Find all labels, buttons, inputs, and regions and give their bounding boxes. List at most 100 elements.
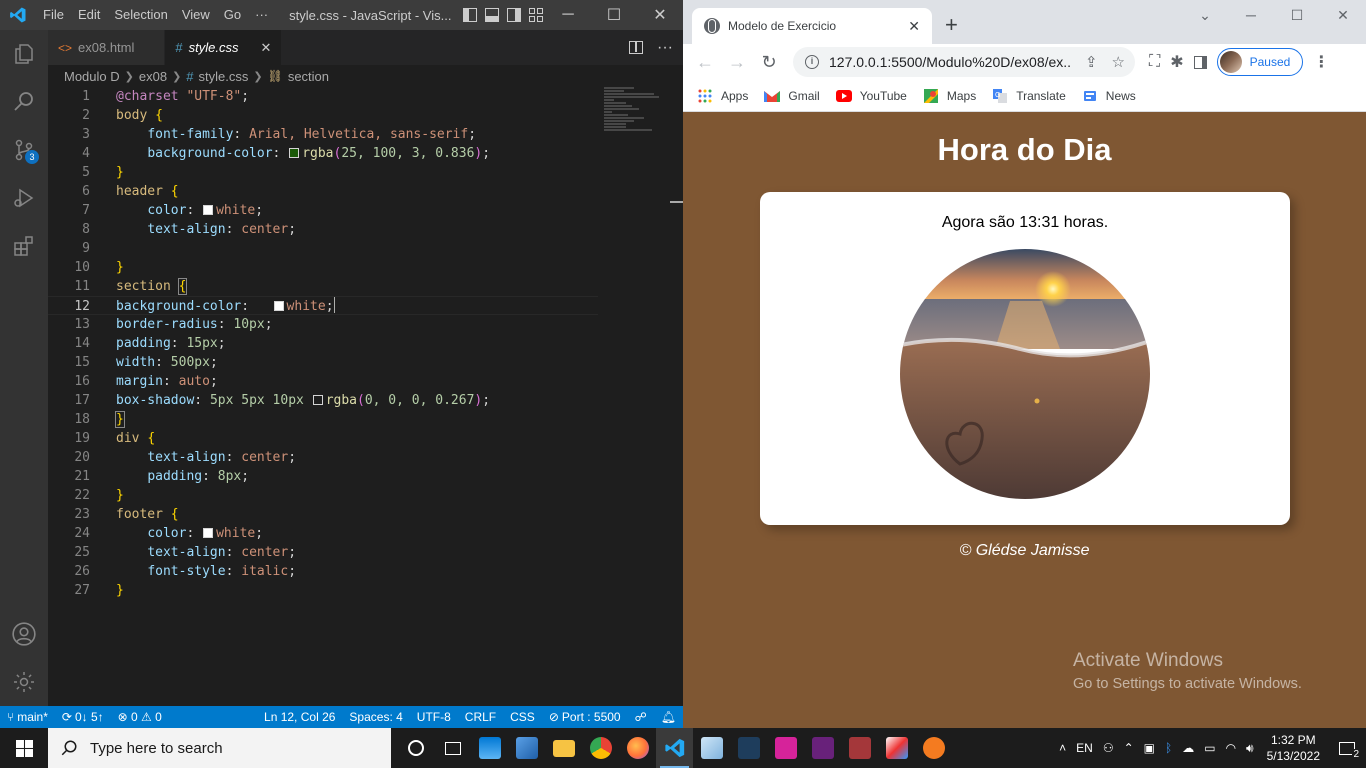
code-editor[interactable]: 1 @charset "UTF-8"; 2 body { 3 font-family… xyxy=(48,87,683,706)
search-icon[interactable] xyxy=(0,78,48,126)
show-hidden-icons-icon[interactable]: ⌃ xyxy=(1119,728,1139,768)
settings-gear-icon[interactable] xyxy=(0,658,48,706)
sync-status[interactable]: ⟳ 0↓ 5↑ xyxy=(55,710,111,724)
menu-edit[interactable]: Edit xyxy=(71,0,107,30)
bookmark-news[interactable]: News xyxy=(1082,89,1136,103)
breadcrumb-item[interactable]: ex08 xyxy=(139,69,167,84)
scrollbar-position-marker[interactable] xyxy=(670,201,683,203)
taskbar-clock[interactable]: 1:32 PM 5/13/2022 xyxy=(1259,732,1328,764)
close-button[interactable]: ✕ xyxy=(637,0,683,30)
profile-button[interactable]: Paused xyxy=(1216,48,1304,76)
branch-status[interactable]: ⑂ main* xyxy=(0,710,55,724)
eol-status[interactable]: CRLF xyxy=(458,710,503,724)
wifi-icon[interactable]: ◠ xyxy=(1221,728,1241,768)
bookmark-youtube[interactable]: YouTube xyxy=(835,89,907,103)
meet-now-icon[interactable]: ▣ xyxy=(1139,728,1160,768)
close-tab-icon[interactable]: ✕ xyxy=(260,40,271,56)
firefox-icon[interactable] xyxy=(619,728,656,768)
reload-icon[interactable]: ↻ xyxy=(753,46,785,78)
feedback-icon[interactable]: ☍ xyxy=(628,710,654,724)
notifications-icon[interactable]: 2 xyxy=(1328,728,1366,768)
close-button[interactable]: ✕ xyxy=(1320,0,1366,30)
chevron-up-icon[interactable]: ˄ xyxy=(1054,728,1071,768)
address-bar[interactable]: i 127.0.0.1:5500/Modulo%20D/ex08/ex... ⇪… xyxy=(793,47,1135,77)
app-icon-wamp[interactable] xyxy=(767,728,804,768)
people-icon[interactable]: ⚇ xyxy=(1098,728,1119,768)
color-swatch[interactable] xyxy=(273,301,284,311)
toggle-sidebar-icon[interactable] xyxy=(463,8,478,22)
menu-file[interactable]: File xyxy=(36,0,71,30)
forward-arrow-icon[interactable]: → xyxy=(721,46,753,78)
back-arrow-icon[interactable]: ← xyxy=(689,46,721,78)
file-explorer-icon[interactable] xyxy=(545,728,582,768)
encoding-status[interactable]: UTF-8 xyxy=(410,710,458,724)
color-swatch[interactable] xyxy=(203,528,214,538)
source-control-icon[interactable]: 3 xyxy=(0,126,48,174)
volume-icon[interactable]: 🔊︎ xyxy=(1241,728,1259,768)
bookmark-apps[interactable]: Apps xyxy=(697,89,748,103)
notifications-bell-icon[interactable]: 🔔︎ xyxy=(654,710,683,724)
accounts-icon[interactable] xyxy=(0,610,48,658)
chrome-menu-icon[interactable]: ⋮ xyxy=(1313,52,1329,72)
explorer-icon[interactable] xyxy=(0,30,48,78)
color-swatch[interactable] xyxy=(203,205,214,215)
cursor-position[interactable]: Ln 12, Col 26 xyxy=(257,710,342,724)
vscode-logo-icon[interactable] xyxy=(0,0,36,30)
bluetooth-icon[interactable]: ᛒ xyxy=(1160,728,1177,768)
color-swatch[interactable] xyxy=(289,148,300,158)
site-info-icon[interactable]: i xyxy=(805,55,819,69)
split-editor-icon[interactable] xyxy=(629,41,644,54)
minimap[interactable] xyxy=(604,87,670,147)
toggle-panel-icon[interactable] xyxy=(485,8,500,22)
color-swatch[interactable] xyxy=(312,395,323,405)
tab-search-icon[interactable]: ⌄ xyxy=(1182,0,1228,30)
menu-go[interactable]: Go xyxy=(217,0,248,30)
app-icon-paint[interactable] xyxy=(878,728,915,768)
windows-start-icon[interactable] xyxy=(0,728,48,768)
onedrive-cloud-icon[interactable]: ☁ xyxy=(1177,728,1199,768)
share-icon[interactable]: ⇪ xyxy=(1085,53,1098,71)
menu-more[interactable]: ··· xyxy=(248,0,275,30)
visual-studio-icon[interactable] xyxy=(804,728,841,768)
battery-icon[interactable]: ▭ xyxy=(1199,728,1220,768)
breadcrumb-item[interactable]: Modulo D xyxy=(64,69,120,84)
menu-view[interactable]: View xyxy=(175,0,217,30)
bookmark-maps[interactable]: Maps xyxy=(923,88,976,103)
menu-selection[interactable]: Selection xyxy=(107,0,174,30)
side-panel-icon[interactable] xyxy=(1193,55,1207,69)
live-server-status[interactable]: ⊘ Port : 5500 xyxy=(542,710,628,724)
extensions-icon[interactable] xyxy=(0,222,48,270)
breadcrumb-item[interactable]: style.css xyxy=(199,69,249,84)
more-actions-icon[interactable]: ··· xyxy=(657,39,673,57)
new-tab-button[interactable]: + xyxy=(945,14,958,36)
tab-ex08-html[interactable]: <> ex08.html xyxy=(48,30,166,65)
close-tab-icon[interactable]: ✕ xyxy=(908,18,920,35)
app-icon-2[interactable] xyxy=(508,728,545,768)
app-icon-1[interactable] xyxy=(471,728,508,768)
taskbar-search-box[interactable]: Type here to search xyxy=(48,728,391,768)
app-icon-orange[interactable] xyxy=(915,728,952,768)
tab-style-css[interactable]: # style.css ✕ xyxy=(165,30,283,65)
minimize-button[interactable]: ─ xyxy=(1228,0,1274,30)
task-view-icon[interactable] xyxy=(434,728,471,768)
language-indicator[interactable]: EN xyxy=(1071,728,1098,768)
bookmark-star-icon[interactable]: ☆ xyxy=(1112,53,1125,71)
cortana-icon[interactable] xyxy=(397,728,434,768)
maximize-button[interactable]: ☐ xyxy=(1274,0,1320,30)
toggle-secondary-sidebar-icon[interactable] xyxy=(507,8,522,22)
access-icon[interactable] xyxy=(841,728,878,768)
browser-tab[interactable]: Modelo de Exercicio ✕ xyxy=(692,8,932,44)
extensions-puzzle-icon[interactable]: ✱ xyxy=(1170,52,1183,72)
problems-status[interactable]: ⊗ 0 ⚠ 0 xyxy=(111,710,169,724)
maximize-button[interactable]: ☐ xyxy=(591,0,637,30)
run-debug-icon[interactable] xyxy=(0,174,48,222)
bookmark-translate[interactable]: G Translate xyxy=(992,88,1066,103)
minimize-button[interactable]: ─ xyxy=(545,0,591,30)
customize-layout-icon[interactable] xyxy=(529,8,544,22)
indentation-status[interactable]: Spaces: 4 xyxy=(342,710,409,724)
app-icon-box[interactable] xyxy=(693,728,730,768)
screen-capture-icon[interactable]: ⛶ xyxy=(1149,53,1160,71)
vscode-taskbar-icon[interactable] xyxy=(656,728,693,768)
breadcrumb-item[interactable]: section xyxy=(288,69,329,84)
chrome-icon[interactable] xyxy=(582,728,619,768)
